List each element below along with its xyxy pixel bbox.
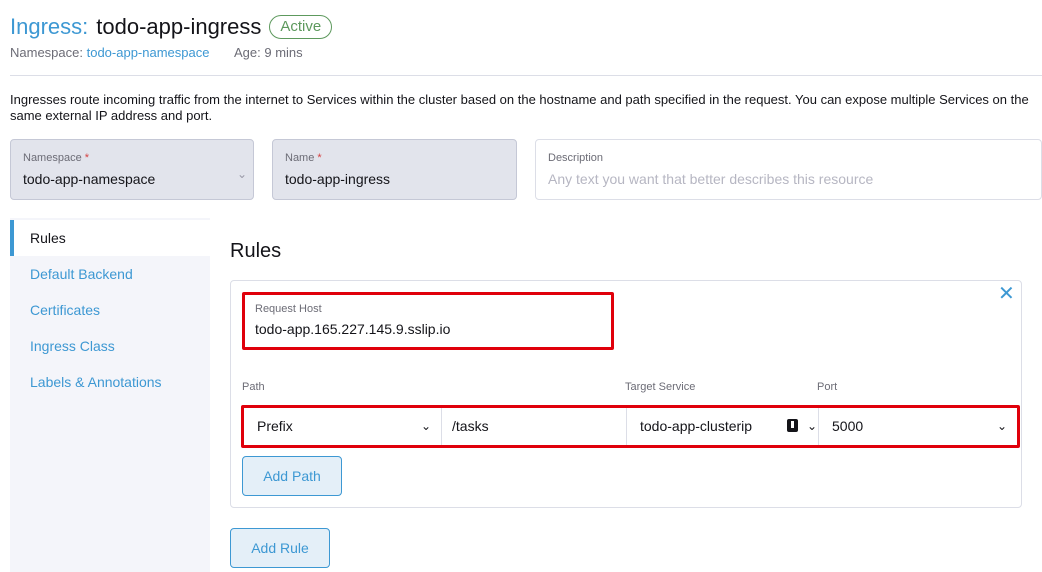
request-host-input[interactable]: Request Host todo-app.165.227.145.9.ssli… bbox=[242, 292, 614, 350]
age-text: Age: 9 mins bbox=[234, 45, 303, 60]
ingress-description: Ingresses route incoming traffic from th… bbox=[10, 92, 1029, 123]
name-field[interactable]: Name * todo-app-ingress bbox=[272, 139, 517, 200]
description-placeholder: Any text you want that better describes … bbox=[548, 171, 874, 187]
request-host-label: Request Host bbox=[255, 303, 322, 315]
chevron-down-icon: ⌄ bbox=[236, 167, 247, 181]
description-field-label: Description bbox=[548, 152, 604, 164]
chevron-down-icon: ⌄ bbox=[420, 419, 431, 433]
close-icon[interactable]: ✕ bbox=[998, 282, 1015, 306]
namespace-field-value: todo-app-namespace bbox=[23, 171, 156, 187]
path-type-select[interactable]: Prefix ⌄ bbox=[244, 408, 442, 445]
target-service-column-label: Target Service bbox=[625, 381, 696, 393]
namespace-link[interactable]: todo-app-namespace bbox=[87, 45, 210, 60]
page-title: Ingress: todo-app-ingress Active bbox=[10, 12, 333, 42]
path-column-label: Path bbox=[242, 381, 265, 393]
tab-certificates[interactable]: Certificates bbox=[10, 292, 210, 328]
resource-type-label: Ingress: bbox=[10, 14, 89, 39]
status-badge: Active bbox=[269, 15, 333, 39]
description-field[interactable]: Description Any text you want that bette… bbox=[535, 139, 1042, 200]
tab-default-backend[interactable]: Default Backend bbox=[10, 256, 210, 292]
flag-icon bbox=[787, 419, 798, 432]
name-field-label: Name bbox=[285, 152, 315, 164]
tab-ingress-class[interactable]: Ingress Class bbox=[10, 328, 210, 364]
tab-rules[interactable]: Rules bbox=[10, 220, 210, 256]
required-marker: * bbox=[84, 152, 90, 164]
target-service-select[interactable]: todo-app-clusterip ⌄ bbox=[627, 408, 819, 445]
path-input[interactable]: /tasks bbox=[442, 408, 627, 445]
path-row: Prefix ⌄ /tasks todo-app-clusterip ⌄ 500… bbox=[241, 405, 1020, 448]
tab-labels-annotations[interactable]: Labels & Annotations bbox=[10, 364, 210, 400]
namespace-select[interactable]: Namespace * todo-app-namespace ⌄ bbox=[10, 139, 254, 200]
port-value: 5000 bbox=[832, 418, 864, 434]
rules-title: Rules bbox=[230, 240, 282, 262]
chevron-down-icon: ⌄ bbox=[806, 419, 817, 433]
resource-name: todo-app-ingress bbox=[96, 14, 262, 39]
port-column-label: Port bbox=[817, 381, 838, 393]
add-path-button[interactable]: Add Path bbox=[242, 456, 342, 496]
port-select[interactable]: 5000 ⌄ bbox=[819, 408, 1017, 445]
name-field-value: todo-app-ingress bbox=[285, 171, 391, 187]
resource-meta: Namespace: todo-app-namespace Age: 9 min… bbox=[10, 45, 303, 60]
required-marker: * bbox=[317, 152, 322, 164]
namespace-field-label: Namespace bbox=[23, 152, 82, 164]
path-type-value: Prefix bbox=[257, 418, 293, 434]
request-host-value: todo-app.165.227.145.9.sslip.io bbox=[255, 321, 451, 337]
add-rule-button[interactable]: Add Rule bbox=[230, 528, 330, 568]
namespace-label: Namespace: bbox=[10, 45, 83, 60]
chevron-down-icon: ⌄ bbox=[996, 419, 1007, 433]
target-service-value: todo-app-clusterip bbox=[640, 418, 753, 434]
path-value: /tasks bbox=[452, 418, 489, 434]
header-divider bbox=[10, 75, 1042, 76]
